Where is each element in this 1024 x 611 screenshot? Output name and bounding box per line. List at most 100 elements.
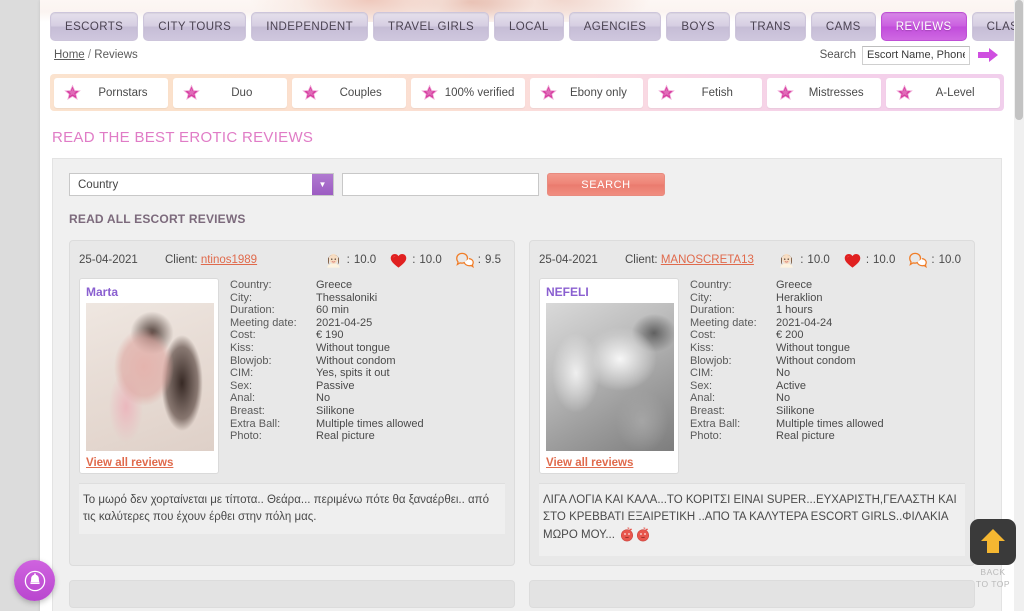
rating-woman-face: :10.0 (777, 251, 830, 270)
nav-item-escorts[interactable]: ESCORTS (50, 12, 139, 41)
review-text: ΛΙΓΑ ΛΟΓΙΑ ΚΑΙ ΚΑΛΑ...ΤΟ ΚΟΡΙΤΣΙ ΕΙΝΑΙ S… (543, 494, 957, 541)
spec-value: Real picture (316, 430, 375, 443)
nav-item-trans[interactable]: TRANS (734, 12, 806, 41)
filter-chip-label: 100% verified (444, 86, 515, 99)
spec-row: Anal: No (690, 392, 965, 405)
nav-item-city-tours[interactable]: CITY TOURS (143, 12, 247, 41)
spec-row: Extra Ball: Multiple times allowed (690, 418, 965, 431)
spec-row: Duration: 60 min (230, 304, 505, 317)
review-card-header: 25-04-2021 Client: ntinos1989:10.0:10.0:9… (79, 249, 505, 271)
back-to-top-square (970, 519, 1016, 565)
star-icon (539, 84, 557, 100)
filter-chip-a-level[interactable]: A-Level (886, 77, 1000, 108)
nav-item-reviews[interactable]: REVIEWS (880, 12, 967, 41)
page-root: ESCORTS CITY TOURS INDEPENDENT TRAVEL GIRLS… (0, 0, 1024, 611)
country-select[interactable]: Country ▼ (69, 173, 334, 196)
filter-chip-label: A-Level (935, 86, 975, 99)
arrow-up-icon (981, 529, 1005, 553)
escort-photo-nefeli[interactable] (546, 303, 674, 451)
header-search-input[interactable] (862, 45, 970, 65)
spec-value: Thessaloniki (316, 291, 378, 304)
kiss-heart-emoticon (636, 527, 649, 542)
woman-face-icon (780, 253, 794, 268)
search-button[interactable]: SEARCH (547, 173, 665, 196)
spec-value: Greece (776, 279, 813, 291)
review-ratings: :10.0:10.0:10.0 (777, 251, 965, 270)
keyword-input[interactable] (342, 173, 539, 196)
spec-label: Photo: (690, 430, 722, 443)
spec-label: CIM: (230, 367, 254, 380)
review-card: 25-04-2021 Client: MANOSCRETA13:10.0:10.0… (529, 240, 975, 566)
filter-chip-100-verified[interactable]: 100% verified (410, 77, 525, 108)
spec-label: Sex: (690, 379, 713, 392)
back-to-top-label-1: BACK (980, 567, 1006, 577)
nav-item-boys[interactable]: BOYS (666, 12, 730, 41)
review-date: 25-04-2021 (79, 254, 138, 266)
spec-label: Duration: (230, 304, 275, 317)
spec-value: 2021-04-24 (776, 316, 833, 329)
spec-label: Kiss: (230, 341, 254, 354)
review-client: Client: ntinos1989 (165, 254, 257, 266)
spec-label: Anal: (230, 392, 256, 405)
star-icon (658, 84, 676, 100)
spec-value: Multiple times allowed (776, 417, 884, 430)
filter-chip-label: Duo (231, 86, 253, 99)
back-to-top-button[interactable]: BACK TO TOP (967, 519, 1019, 589)
filter-chip-ebony-only[interactable]: Ebony only (529, 77, 644, 108)
spec-label: Breast: (230, 404, 265, 417)
escort-photo-marta[interactable] (86, 303, 214, 451)
filter-chip-couples[interactable]: Couples (291, 77, 406, 108)
spec-value: 1 hours (776, 304, 813, 317)
spec-label: Cost: (230, 329, 256, 342)
nav-item-local[interactable]: LOCAL (494, 12, 564, 41)
filter-chip-mistresses[interactable]: Mistresses (767, 77, 882, 108)
spec-row: Anal: No (230, 392, 505, 405)
review-date: 25-04-2021 (539, 254, 598, 266)
filter-chip-pornstars[interactable]: Pornstars (54, 77, 168, 108)
review-card-body: Marta View all reviews Country: Greece City:… (79, 278, 505, 474)
spec-label: Duration: (690, 304, 735, 317)
spec-row: Blowjob: Without condom (230, 355, 505, 368)
reviews-panel: Country ▼ SEARCH READ ALL ESCORT REVIEWS… (52, 158, 1002, 611)
escort-name: Marta (86, 285, 119, 299)
client-name-link[interactable]: ntinos1989 (201, 254, 257, 266)
view-all-reviews-link[interactable]: View all reviews (86, 457, 212, 469)
rating-separator: : (346, 254, 350, 266)
filter-chip-fetish[interactable]: Fetish (648, 77, 763, 108)
page-scrollbar-thumb[interactable] (1015, 0, 1023, 120)
spec-label: City: (230, 291, 252, 304)
breadcrumb-home-link[interactable]: Home (54, 49, 85, 61)
review-card-partial (529, 580, 975, 608)
spec-label: Country: (230, 279, 272, 291)
header-search-submit-button[interactable] (976, 45, 1000, 65)
spec-value: Silikone (316, 404, 355, 417)
filter-chip-label: Couples (339, 86, 382, 99)
spec-row: Cost: € 190 (230, 329, 505, 342)
nav-item-cams[interactable]: CAMS (810, 12, 876, 41)
spec-value: Active (776, 379, 806, 392)
nav-item-independent[interactable]: INDEPENDENT (251, 12, 369, 41)
nav-item-travel-girls[interactable]: TRAVEL GIRLS (373, 12, 490, 41)
view-all-reviews-link[interactable]: View all reviews (546, 457, 672, 469)
star-icon (896, 84, 913, 100)
nav-item-agencies[interactable]: AGENCIES (568, 12, 662, 41)
client-name-link[interactable]: MANOSCRETA13 (661, 254, 754, 266)
spec-value: Multiple times allowed (316, 417, 424, 430)
spec-value: € 190 (316, 329, 344, 342)
page-title: READ THE BEST EROTIC REVIEWS (52, 129, 314, 146)
spec-label: Meeting date: (230, 316, 297, 329)
escort-photo-box: NEFELI View all reviews (539, 278, 679, 474)
speech-bubbles-icon (909, 252, 928, 268)
spec-label: Blowjob: (230, 354, 272, 367)
escort-name: NEFELI (546, 285, 589, 299)
spec-value: Greece (316, 279, 353, 291)
filter-chip-duo[interactable]: Duo (172, 77, 287, 108)
header-search-label: Search (819, 49, 856, 61)
review-specs: Country: Greece City: Thessaloniki Duration:… (230, 278, 505, 474)
spec-label: Sex: (230, 379, 253, 392)
star-icon (301, 84, 319, 100)
rating-separator: : (477, 254, 481, 266)
notification-button[interactable] (14, 560, 55, 601)
breadcrumb-row: Home / Reviews Search (40, 40, 1014, 70)
spec-value: No (776, 392, 791, 405)
